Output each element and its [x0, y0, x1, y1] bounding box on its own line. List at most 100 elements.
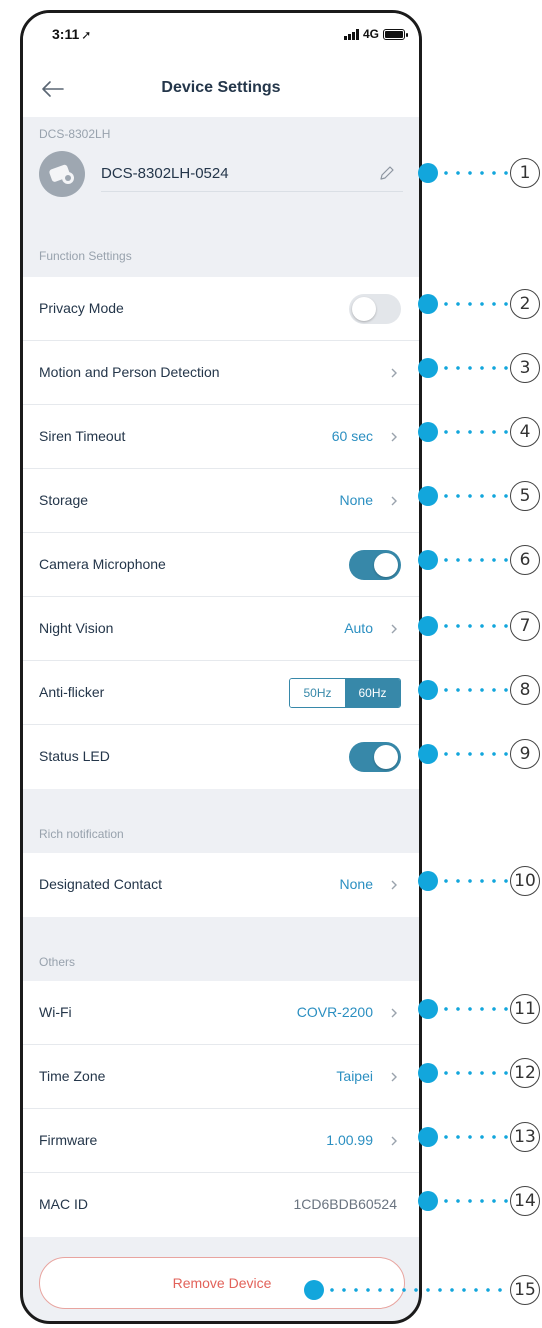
camera-microphone-label: Camera Microphone: [39, 556, 166, 572]
device-section-label: DCS-8302LH: [39, 127, 111, 141]
callout-number: 7: [510, 611, 540, 641]
time-zone-row[interactable]: Time Zone Taipei: [23, 1045, 419, 1109]
siren-timeout-label: Siren Timeout: [39, 428, 126, 444]
camera-icon: [49, 164, 74, 184]
callout-number: 11: [510, 994, 540, 1024]
time-zone-label: Time Zone: [39, 1068, 106, 1084]
camera-microphone-row: Camera Microphone: [23, 533, 419, 597]
siren-timeout-value: 60 sec: [331, 428, 373, 444]
night-vision-label: Night Vision: [39, 620, 114, 636]
wifi-label: Wi-Fi: [39, 1004, 72, 1020]
status-time: 3:11 ➚: [52, 26, 91, 42]
privacy-mode-label: Privacy Mode: [39, 300, 124, 316]
device-name-underline: [101, 191, 403, 192]
callout-number: 2: [510, 289, 540, 319]
callout-number: 5: [510, 481, 540, 511]
night-vision-row[interactable]: Night Vision Auto: [23, 597, 419, 661]
callout-number: 6: [510, 545, 540, 575]
signal-icon: [343, 28, 359, 40]
chevron-right-icon: [391, 1008, 397, 1018]
pencil-icon[interactable]: [377, 163, 397, 183]
location-icon: ➚: [81, 28, 92, 42]
remove-device-button[interactable]: Remove Device: [39, 1257, 405, 1309]
designated-contact-label: Designated Contact: [39, 876, 162, 892]
chevron-right-icon: [391, 432, 397, 442]
anti-flicker-segmented-control: 50Hz 60Hz: [289, 678, 401, 708]
mac-id-label: MAC ID: [39, 1196, 88, 1212]
device-card: DCS-8302LH-0524: [23, 151, 419, 235]
callout-8: 8: [418, 675, 542, 705]
camera-microphone-toggle[interactable]: [349, 550, 401, 580]
callout-number: 10: [510, 866, 540, 896]
status-bar: 3:11 ➚ 4G: [23, 13, 419, 61]
chevron-right-icon: [391, 1072, 397, 1082]
firmware-row[interactable]: Firmware 1.00.99: [23, 1109, 419, 1173]
designated-contact-value: None: [339, 876, 373, 892]
status-led-row: Status LED: [23, 725, 419, 789]
status-time-text: 3:11: [52, 26, 80, 42]
chevron-right-icon: [391, 496, 397, 506]
time-zone-value: Taipei: [336, 1068, 373, 1084]
firmware-value: 1.00.99: [326, 1132, 373, 1148]
storage-row[interactable]: Storage None: [23, 469, 419, 533]
motion-detection-row[interactable]: Motion and Person Detection: [23, 341, 419, 405]
chevron-right-icon: [391, 368, 397, 378]
callout-number: 12: [510, 1058, 540, 1088]
network-type: 4G: [362, 27, 379, 41]
callout-number: 15: [510, 1275, 540, 1305]
callout-13: 13: [418, 1122, 542, 1152]
privacy-mode-toggle[interactable]: [349, 294, 401, 324]
callout-9: 9: [418, 739, 542, 769]
privacy-mode-row: Privacy Mode: [23, 277, 419, 341]
callout-15: 15: [304, 1275, 542, 1305]
callout-number: 4: [510, 417, 540, 447]
callout-6: 6: [418, 545, 542, 575]
callout-5: 5: [418, 481, 542, 511]
anti-flicker-row: Anti-flicker 50Hz 60Hz: [23, 661, 419, 725]
status-right: 4G: [343, 27, 408, 41]
chevron-right-icon: [391, 624, 397, 634]
nav-bar: Device Settings: [23, 61, 419, 117]
storage-label: Storage: [39, 492, 89, 508]
callout-number: 1: [510, 158, 540, 188]
chevron-right-icon: [391, 880, 397, 890]
callout-number: 3: [510, 353, 540, 383]
callout-10: 10: [418, 866, 542, 896]
rich-notification-label: Rich notification: [39, 827, 124, 841]
callout-3: 3: [418, 353, 542, 383]
page-title: Device Settings: [161, 79, 281, 96]
firmware-label: Firmware: [39, 1132, 98, 1148]
callout-number: 13: [510, 1122, 540, 1152]
mac-id-value: 1CD6BDB60524: [293, 1196, 397, 1212]
callout-14: 14: [418, 1186, 542, 1216]
callout-number: 9: [510, 739, 540, 769]
chevron-right-icon: [391, 1136, 397, 1146]
callout-number: 8: [510, 675, 540, 705]
device-name[interactable]: DCS-8302LH-0524: [101, 165, 229, 182]
camera-avatar: [39, 151, 85, 197]
wifi-value: COVR-2200: [296, 1004, 373, 1020]
others-label: Others: [39, 955, 76, 969]
callout-1: 1: [418, 158, 542, 188]
motion-detection-label: Motion and Person Detection: [39, 364, 220, 380]
anti-flicker-label: Anti-flicker: [39, 684, 105, 700]
function-settings-label: Function Settings: [39, 249, 132, 263]
anti-flicker-60hz-option[interactable]: 60Hz: [345, 679, 400, 707]
wifi-row[interactable]: Wi-Fi COVR-2200: [23, 981, 419, 1045]
anti-flicker-50hz-option[interactable]: 50Hz: [290, 679, 345, 707]
siren-timeout-row[interactable]: Siren Timeout 60 sec: [23, 405, 419, 469]
callout-11: 11: [418, 994, 542, 1024]
mac-id-row: MAC ID 1CD6BDB60524: [23, 1173, 419, 1237]
storage-value: None: [339, 492, 373, 508]
phone-frame: 3:11 ➚ 4G Device Settings DCS-8302LH DCS-…: [20, 10, 422, 1324]
callout-12: 12: [418, 1058, 542, 1088]
status-led-toggle[interactable]: [349, 742, 401, 772]
callout-2: 2: [418, 289, 542, 319]
night-vision-value: Auto: [344, 620, 373, 636]
callout-7: 7: [418, 611, 542, 641]
callout-number: 14: [510, 1186, 540, 1216]
callout-4: 4: [418, 417, 542, 447]
battery-icon: [383, 28, 408, 40]
status-led-label: Status LED: [39, 748, 110, 764]
designated-contact-row[interactable]: Designated Contact None: [23, 853, 419, 917]
